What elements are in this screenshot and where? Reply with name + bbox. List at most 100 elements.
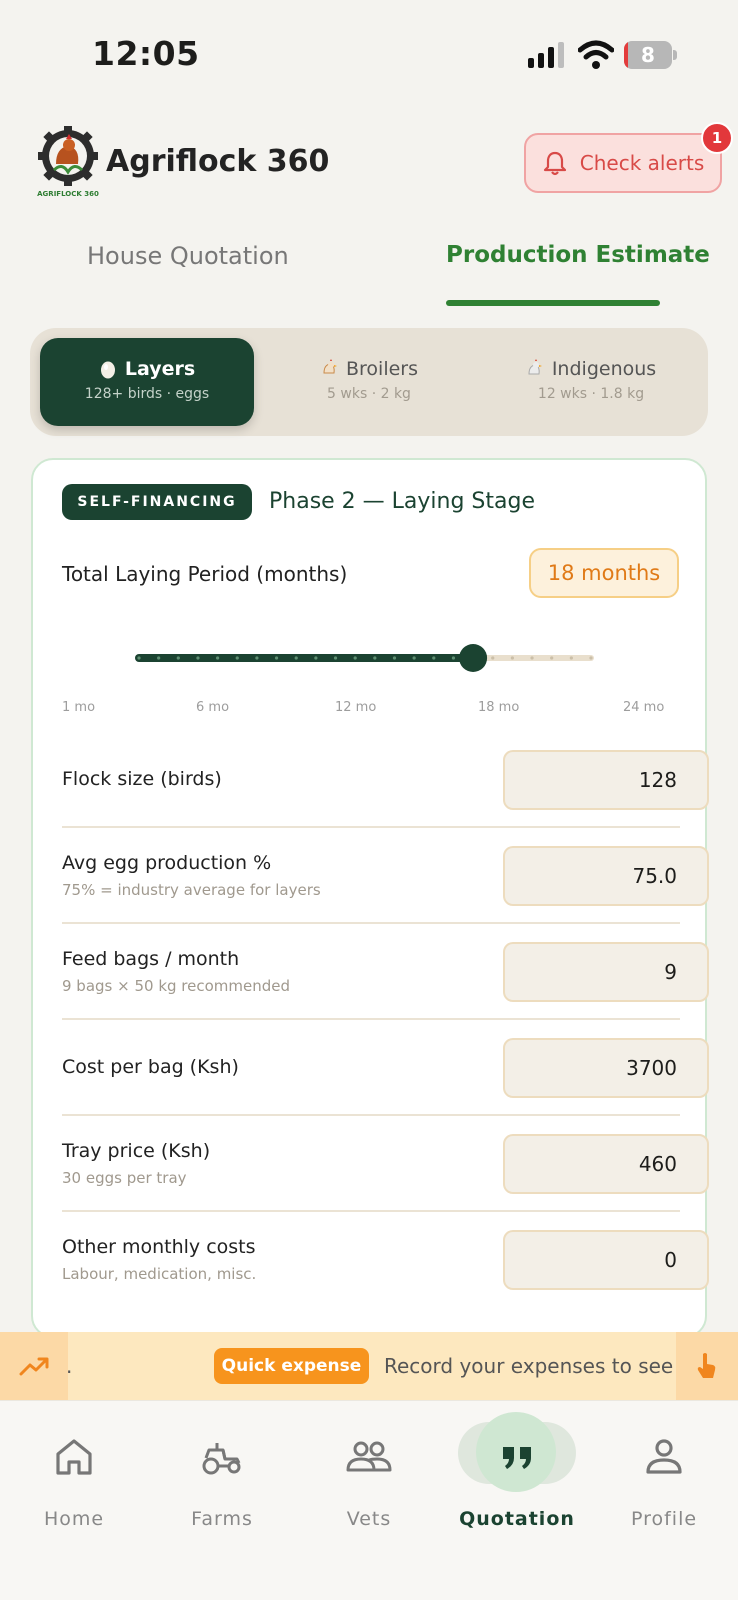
check-alerts-button[interactable]: Check alerts — [524, 133, 722, 193]
tractor-icon — [202, 1443, 241, 1475]
status-time: 12:05 — [92, 34, 200, 73]
slider-step-dot — [216, 656, 220, 660]
app-title: Agriflock 360 — [106, 144, 330, 179]
ticker-lead: . — [66, 1354, 73, 1378]
home-icon — [56, 1439, 92, 1475]
field-hint: 75% = industry average for layers — [62, 881, 321, 899]
cost-per-bag-input[interactable]: 3700 — [503, 1038, 709, 1098]
phase-title: Phase 2 — Laying Stage — [269, 489, 536, 514]
alert-count-badge: 1 — [701, 122, 733, 154]
slider-step-dot — [294, 656, 298, 660]
check-alerts-label: Check alerts — [579, 151, 705, 175]
tap-hand-icon[interactable] — [676, 1332, 738, 1400]
agriflock-logo: AGRIFLOCK 360 — [37, 126, 99, 198]
svg-text:AGRIFLOCK 360: AGRIFLOCK 360 — [37, 190, 99, 198]
quick-expense-pill[interactable]: Quick expense — [214, 1348, 369, 1384]
bird-type-layers[interactable]: Layers 128+ birds · eggs — [40, 338, 254, 426]
bird-type-sub: 5 wks · 2 kg — [327, 386, 411, 402]
nav-label: Quotation — [459, 1508, 575, 1530]
status-bar: 12:05 8 — [0, 0, 738, 100]
slider-knob[interactable] — [459, 644, 488, 672]
slider-step-dot — [392, 656, 397, 660]
slider-tick-label: 12 mo — [335, 700, 377, 715]
field-label: Tray price (Ksh) — [62, 1140, 211, 1162]
nav-label: Farms — [191, 1508, 253, 1530]
slider-tick-label: 6 mo — [196, 700, 230, 715]
flock-size-input[interactable]: 128 — [503, 750, 709, 810]
field-label: Avg egg production % — [62, 852, 272, 874]
slider-step-dot — [432, 656, 436, 660]
feed-bags-input[interactable]: 9 — [503, 942, 709, 1002]
slider-step-dot — [333, 656, 338, 660]
battery-indicator: 8 — [624, 41, 677, 69]
slider-step-dot — [235, 656, 239, 660]
laying-period-label: Total Laying Period (months) — [62, 562, 348, 586]
trend-up-icon — [0, 1332, 68, 1400]
bird-type-sub: 128+ birds · eggs — [84, 386, 210, 402]
battery-level: 8 — [641, 43, 655, 67]
field-label: Other monthly costs — [62, 1236, 256, 1258]
slider-tick-label: 1 mo — [62, 700, 96, 715]
bird-type-label: Indigenous — [551, 358, 657, 380]
field-hint: 9 bags × 50 kg recommended — [62, 977, 291, 995]
field-label: Feed bags / month — [62, 948, 240, 970]
bird-type-indigenous[interactable]: Indigenous 12 wks · 1.8 kg — [484, 338, 698, 426]
nav-home[interactable]: Home — [4, 1412, 144, 1532]
other-costs-input[interactable]: 0 — [503, 1230, 709, 1290]
slider-step-dot — [510, 656, 514, 660]
nav-label: Profile — [630, 1508, 698, 1530]
nav-quotation[interactable]: Quotation — [447, 1412, 587, 1532]
field-hint: 30 eggs per tray — [62, 1169, 187, 1187]
slider-tick-label: 18 mo — [478, 700, 520, 715]
field-label: Flock size (birds) — [62, 768, 222, 790]
slider-step-dot — [176, 656, 180, 660]
field-row-flock-size: Flock size (birds) 128 — [62, 732, 709, 828]
slider-tick-label: 24 mo — [623, 700, 665, 715]
field-row-cost-per-bag: Cost per bag (Ksh) 3700 — [62, 1020, 709, 1116]
nav-label: Vets — [346, 1508, 392, 1530]
tray-price-input[interactable]: 460 — [503, 1134, 709, 1194]
egg-icon — [100, 361, 115, 379]
slider-step-dot — [491, 656, 495, 660]
slider-step-dot — [274, 656, 279, 660]
nav-vets[interactable]: Vets — [299, 1412, 439, 1532]
slider-step-dot — [353, 656, 357, 660]
slider-step-dot — [314, 656, 318, 660]
person-icon — [646, 1439, 682, 1474]
slider-step-dot — [550, 656, 554, 660]
slider-step-dot — [569, 656, 573, 660]
field-label: Cost per bag (Ksh) — [62, 1056, 239, 1078]
field-hint: Labour, medication, misc. — [62, 1265, 257, 1283]
quick-expense-banner[interactable]: . Quick expense Record your expenses to … — [0, 1332, 738, 1400]
slider-step-dot — [157, 656, 161, 660]
nav-profile[interactable]: Profile — [594, 1412, 734, 1532]
slider-step-dot — [451, 656, 456, 660]
wifi-icon — [578, 40, 614, 69]
slider-step-dot — [255, 656, 259, 660]
production-estimate-card: SELF-FINANCING Phase 2 — Laying Stage To… — [31, 458, 709, 1338]
slider-step-dot — [589, 656, 593, 660]
bird-type-label: Broilers — [345, 358, 418, 380]
rooster-icon — [528, 359, 542, 375]
field-row-feed-bags: Feed bags / month 9 bags × 50 kg recomme… — [62, 924, 709, 1020]
tab-house-quotation[interactable]: House Quotation — [87, 242, 289, 270]
chicken-icon — [323, 359, 337, 374]
slider-step-dot — [196, 656, 200, 660]
bell-icon — [543, 151, 566, 176]
slider-step-dot — [530, 656, 534, 660]
bird-type-sub: 12 wks · 1.8 kg — [537, 386, 645, 402]
nav-label: Home — [43, 1508, 105, 1530]
bird-type-label: Layers — [124, 358, 196, 380]
tab-production-estimate[interactable]: Production Estimate — [446, 242, 710, 268]
bird-type-selector: Layers 128+ birds · eggs Broilers 5 wks … — [30, 328, 708, 436]
phase-badge: SELF-FINANCING — [62, 484, 252, 520]
laying-period-value: 18 months — [529, 548, 679, 598]
laying-period-slider[interactable] — [105, 644, 625, 672]
bird-type-broilers[interactable]: Broilers 5 wks · 2 kg — [262, 338, 476, 426]
field-row-egg-production: Avg egg production % 75% = industry aver… — [62, 828, 709, 924]
slider-step-dot — [137, 656, 141, 660]
slider-step-dot — [412, 656, 416, 660]
egg-production-input[interactable]: 75.0 — [503, 846, 709, 906]
nav-farms[interactable]: Farms — [152, 1412, 292, 1532]
field-row-other-costs: Other monthly costs Labour, medication, … — [62, 1212, 709, 1308]
